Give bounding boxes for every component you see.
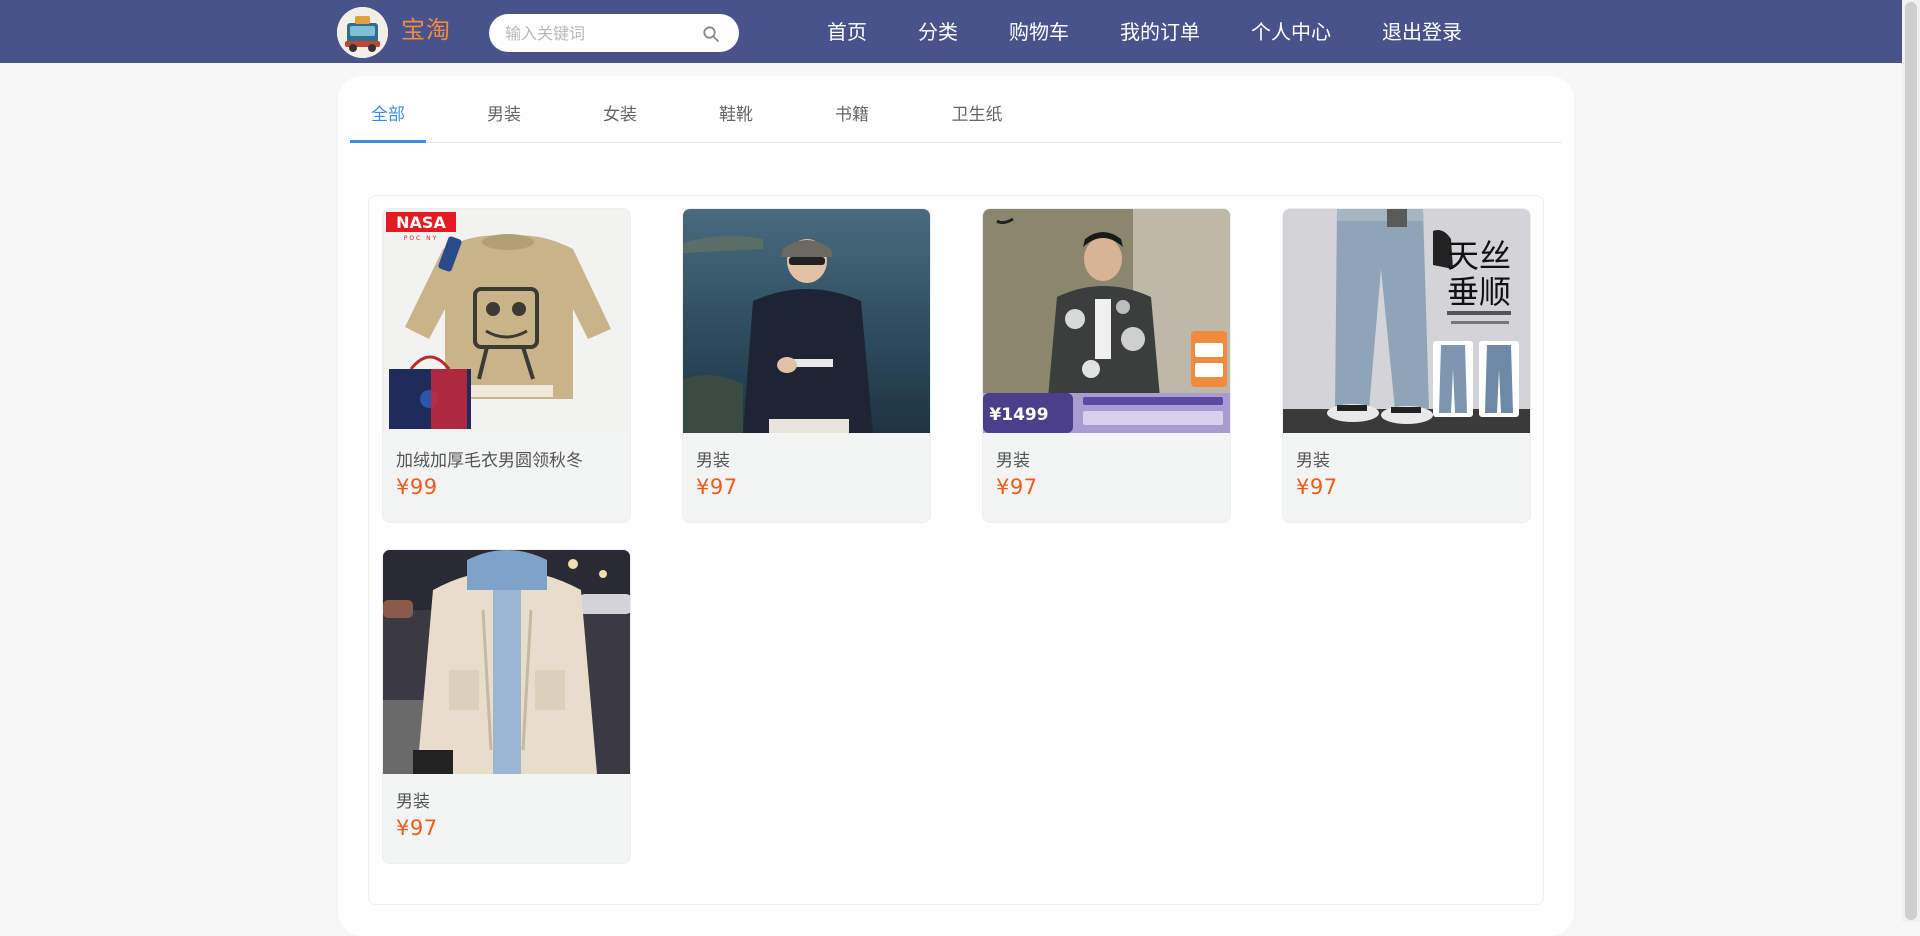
nasa-sub-text: POC NY bbox=[404, 235, 439, 242]
nav-my-orders[interactable]: 我的订单 bbox=[1120, 16, 1200, 45]
product-image: NASA POC NY bbox=[383, 209, 630, 433]
search-input[interactable] bbox=[503, 14, 693, 52]
product-name: 男装 bbox=[696, 451, 730, 471]
tab-all[interactable]: 全部 bbox=[350, 76, 426, 143]
tab-shoes[interactable]: 鞋靴 bbox=[698, 76, 774, 143]
search-bar bbox=[489, 14, 739, 52]
nav-logout[interactable]: 退出登录 bbox=[1382, 16, 1462, 45]
promo-price: ¥1499 bbox=[989, 405, 1048, 425]
top-navbar: 宝淘 首页 分类 购物车 我的订单 个人中心 退出登录 bbox=[0, 0, 1902, 63]
tab-mens[interactable]: 男装 bbox=[466, 76, 542, 143]
nasa-logo: NASA bbox=[396, 213, 446, 232]
product-name: 男装 bbox=[396, 792, 430, 812]
product-card[interactable]: NASA POC NY 加绒加厚毛衣男圆领秋冬 ¥99 bbox=[382, 208, 631, 523]
search-icon[interactable] bbox=[702, 25, 720, 43]
logo-icon bbox=[337, 7, 388, 58]
product-card[interactable]: 天丝 垂顺 男装 ¥97 bbox=[1282, 208, 1531, 523]
page-scrollbar-thumb[interactable] bbox=[1905, 2, 1917, 920]
product-price: ¥99 bbox=[396, 475, 438, 499]
banner-title-2: 垂顺 bbox=[1447, 273, 1511, 311]
product-card[interactable]: ¥1499 男装 ¥97 bbox=[982, 208, 1231, 523]
product-image: 天丝 垂顺 bbox=[1283, 209, 1530, 433]
product-image bbox=[383, 550, 630, 774]
nav-profile[interactable]: 个人中心 bbox=[1251, 16, 1331, 45]
product-price: ¥97 bbox=[696, 475, 738, 499]
nav-category[interactable]: 分类 bbox=[918, 16, 958, 45]
category-tabs: 全部 男装 女装 鞋靴 书籍 卫生纸 bbox=[350, 76, 1562, 143]
main-nav: 首页 分类 购物车 我的订单 个人中心 退出登录 bbox=[800, 0, 1462, 60]
banner-title-1: 天丝 bbox=[1447, 237, 1511, 275]
product-name: 男装 bbox=[1296, 451, 1330, 471]
content-card: 全部 男装 女装 鞋靴 书籍 卫生纸 NASA POC NY 加绒加厚毛衣男圆领… bbox=[338, 76, 1574, 936]
tab-toilet-paper[interactable]: 卫生纸 bbox=[934, 76, 1020, 143]
site-logo[interactable] bbox=[337, 7, 388, 58]
active-tab-indicator bbox=[350, 140, 426, 143]
brand-name: 宝淘 bbox=[401, 16, 451, 44]
product-image bbox=[683, 209, 930, 433]
product-price: ¥97 bbox=[396, 816, 438, 840]
product-card[interactable]: 男装 ¥97 bbox=[682, 208, 931, 523]
product-name: 男装 bbox=[996, 451, 1030, 471]
product-price: ¥97 bbox=[996, 475, 1038, 499]
nav-home[interactable]: 首页 bbox=[827, 16, 867, 45]
tab-womens[interactable]: 女装 bbox=[582, 76, 658, 143]
nav-cart[interactable]: 购物车 bbox=[1009, 16, 1069, 45]
tab-books[interactable]: 书籍 bbox=[814, 76, 890, 143]
product-price: ¥97 bbox=[1296, 475, 1338, 499]
product-name: 加绒加厚毛衣男圆领秋冬 bbox=[396, 451, 583, 471]
product-card[interactable]: 男装 ¥97 bbox=[382, 549, 631, 864]
product-image: ¥1499 bbox=[983, 209, 1230, 433]
product-grid: NASA POC NY 加绒加厚毛衣男圆领秋冬 ¥99 男装 ¥97 ¥1499… bbox=[368, 195, 1544, 905]
